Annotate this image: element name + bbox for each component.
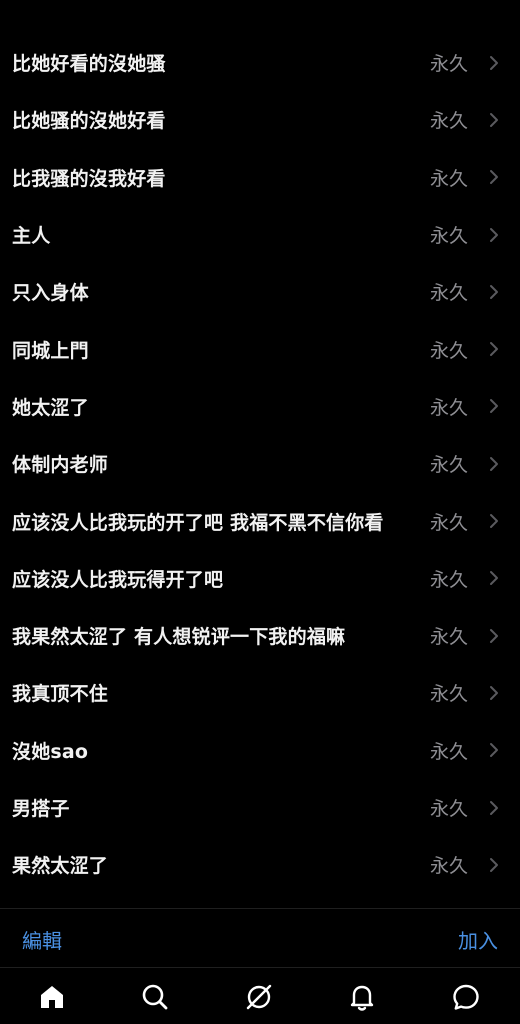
chevron-right-icon bbox=[486, 53, 502, 73]
action-bar: 編輯 加入 bbox=[0, 908, 520, 968]
chevron-right-icon bbox=[486, 855, 502, 875]
chevron-right-icon bbox=[486, 167, 502, 187]
duration-label: 永久 bbox=[429, 740, 468, 763]
explore-icon bbox=[246, 984, 272, 1010]
duration-label: 永久 bbox=[429, 282, 468, 305]
muted-word-row[interactable]: 沒她sao 永久 bbox=[0, 722, 520, 779]
muted-word-row[interactable]: 体制内老师 永久 bbox=[0, 435, 520, 492]
muted-word-label: 主人 bbox=[12, 225, 51, 248]
muted-word-row[interactable]: 只入身体 永久 bbox=[0, 263, 520, 320]
muted-word-label: 她太涩了 bbox=[12, 396, 89, 419]
duration-label: 永久 bbox=[429, 683, 468, 706]
chevron-right-icon bbox=[486, 511, 502, 531]
muted-word-label: 果然太涩了 bbox=[12, 855, 109, 878]
bell-icon bbox=[350, 985, 374, 1011]
muted-word-row[interactable]: 果然太涩了 永久 bbox=[0, 836, 520, 893]
chevron-right-icon bbox=[486, 225, 502, 245]
muted-word-label: 体制内老师 bbox=[12, 454, 109, 477]
search-icon bbox=[142, 984, 168, 1010]
muted-word-label: 应该没人比我玩得开了吧 bbox=[12, 568, 224, 591]
chat-icon bbox=[453, 984, 479, 1010]
muted-word-label: 应该没人比我玩的开了吧 我福不黑不信你看 bbox=[12, 511, 384, 534]
muted-word-label: 只入身体 bbox=[12, 282, 89, 305]
chevron-right-icon bbox=[486, 683, 502, 703]
home-icon bbox=[41, 986, 63, 1008]
muted-words-list: 比她好看的沒她骚 永久 比她骚的沒她好看 永久 比我骚的沒我好看 永久 主人 永久 只入身体 永久… bbox=[0, 34, 520, 893]
muted-word-row[interactable]: 主人 永久 bbox=[0, 206, 520, 263]
chevron-right-icon bbox=[486, 568, 502, 588]
chevron-right-icon bbox=[486, 339, 502, 359]
muted-word-row[interactable]: 应该没人比我玩的开了吧 我福不黑不信你看 永久 bbox=[0, 492, 520, 549]
muted-word-row[interactable]: 我果然太涩了 有人想锐评一下我的福嘛 永久 bbox=[0, 607, 520, 664]
tab-search[interactable] bbox=[139, 981, 171, 1013]
duration-label: 永久 bbox=[429, 396, 468, 419]
muted-word-row[interactable]: 应该没人比我玩得开了吧 永久 bbox=[0, 550, 520, 607]
duration-label: 永久 bbox=[429, 798, 468, 820]
muted-word-label: 同城上門 bbox=[12, 339, 89, 362]
muted-word-row[interactable]: 比我骚的沒我好看 永久 bbox=[0, 149, 520, 206]
duration-label: 永久 bbox=[429, 53, 468, 76]
muted-word-label: 我真顶不住 bbox=[12, 683, 109, 706]
duration-label: 永久 bbox=[429, 511, 468, 534]
chevron-right-icon bbox=[486, 454, 502, 474]
chevron-right-icon bbox=[486, 110, 502, 130]
muted-word-row[interactable]: 同城上門 永久 bbox=[0, 320, 520, 377]
chevron-right-icon bbox=[486, 740, 502, 760]
muted-word-row[interactable]: 我真顶不住 永久 bbox=[0, 664, 520, 721]
duration-label: 永久 bbox=[429, 568, 468, 591]
muted-word-label: 比我骚的沒我好看 bbox=[12, 167, 166, 190]
duration-label: 永久 bbox=[429, 454, 468, 477]
tab-bar bbox=[0, 967, 520, 1024]
chevron-right-icon bbox=[486, 626, 502, 646]
muted-word-row[interactable]: 她太涩了 永久 bbox=[0, 378, 520, 435]
muted-word-label: 比她好看的沒她骚 bbox=[12, 53, 166, 76]
edit-button[interactable]: 編輯 bbox=[22, 925, 62, 954]
tab-home[interactable] bbox=[36, 981, 68, 1013]
muted-word-label: 沒她sao bbox=[12, 740, 89, 763]
chevron-right-icon bbox=[486, 396, 502, 416]
duration-label: 永久 bbox=[429, 626, 468, 649]
tab-notifications[interactable] bbox=[346, 981, 378, 1013]
muted-word-label: 男搭子 bbox=[12, 798, 70, 820]
muted-word-row[interactable]: 比她骚的沒她好看 永久 bbox=[0, 91, 520, 148]
duration-label: 永久 bbox=[429, 855, 468, 878]
tab-messages[interactable] bbox=[450, 981, 482, 1013]
chevron-right-icon bbox=[486, 282, 502, 302]
duration-label: 永久 bbox=[429, 167, 468, 190]
duration-label: 永久 bbox=[429, 225, 468, 248]
chevron-right-icon bbox=[486, 798, 502, 818]
muted-word-row[interactable]: 比她好看的沒她骚 永久 bbox=[0, 34, 520, 91]
add-button[interactable]: 加入 bbox=[458, 925, 498, 954]
duration-label: 永久 bbox=[429, 110, 468, 133]
muted-word-label: 我果然太涩了 有人想锐评一下我的福嘛 bbox=[12, 626, 346, 649]
duration-label: 永久 bbox=[429, 339, 468, 362]
muted-word-row[interactable]: 男搭子 永久 bbox=[0, 779, 520, 836]
muted-word-label: 比她骚的沒她好看 bbox=[12, 110, 166, 133]
tab-explore[interactable] bbox=[243, 981, 275, 1013]
